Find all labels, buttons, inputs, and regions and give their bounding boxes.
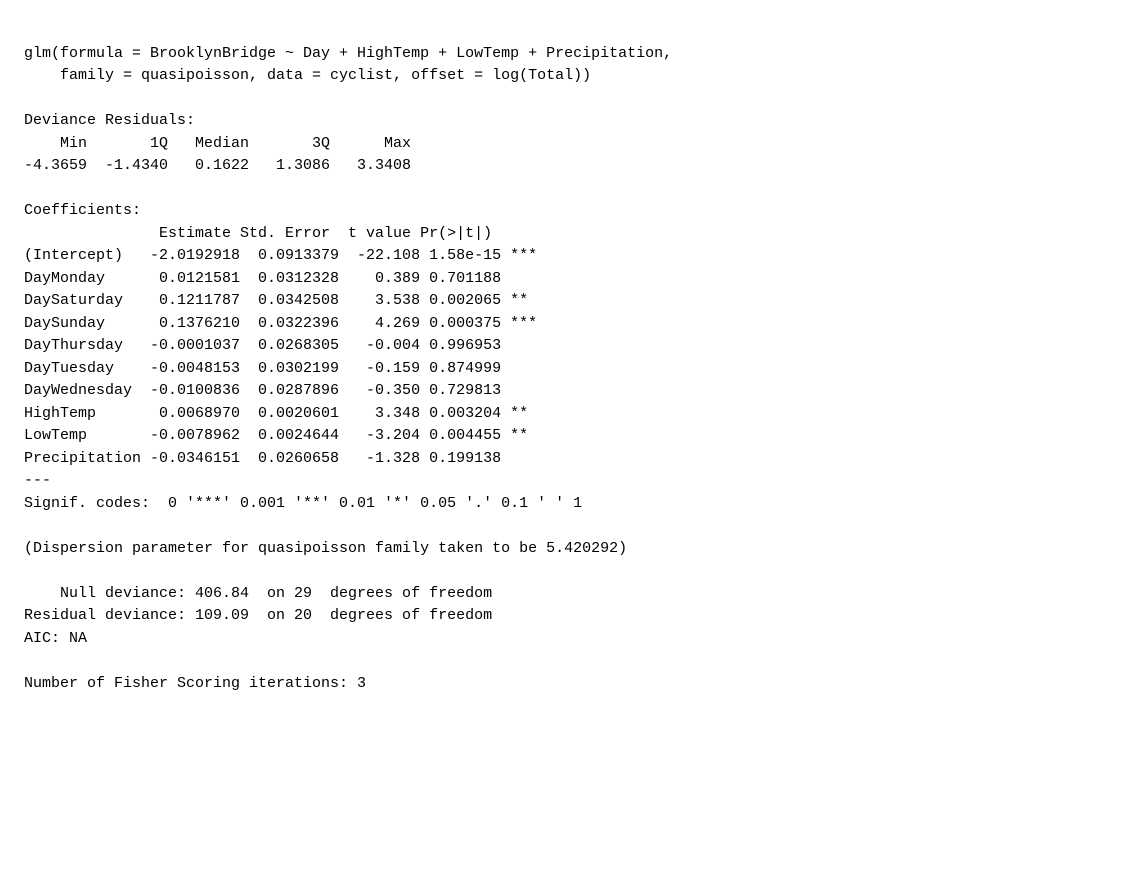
output-line-26: AIC: NA <box>24 628 1111 651</box>
r-output: glm(formula = BrooklynBridge ~ Day + Hig… <box>24 20 1111 695</box>
output-line-22: (Dispersion parameter for quasipoisson f… <box>24 538 1111 561</box>
output-line-17: LowTemp -0.0078962 0.0024644 -3.204 0.00… <box>24 425 1111 448</box>
output-line-28: Number of Fisher Scoring iterations: 3 <box>24 673 1111 696</box>
output-line-6 <box>24 178 1111 201</box>
output-line-16: HighTemp 0.0068970 0.0020601 3.348 0.003… <box>24 403 1111 426</box>
output-line-2 <box>24 88 1111 111</box>
output-line-15: DayWednesday -0.0100836 0.0287896 -0.350… <box>24 380 1111 403</box>
output-line-7: Coefficients: <box>24 200 1111 223</box>
output-line-3: Deviance Residuals: <box>24 110 1111 133</box>
output-line-8: Estimate Std. Error t value Pr(>|t|) <box>24 223 1111 246</box>
output-line-23 <box>24 560 1111 583</box>
output-line-1: family = quasipoisson, data = cyclist, o… <box>24 65 1111 88</box>
output-line-21 <box>24 515 1111 538</box>
output-line-25: Residual deviance: 109.09 on 20 degrees … <box>24 605 1111 628</box>
output-line-18: Precipitation -0.0346151 0.0260658 -1.32… <box>24 448 1111 471</box>
output-line-13: DayThursday -0.0001037 0.0268305 -0.004 … <box>24 335 1111 358</box>
output-line-20: Signif. codes: 0 '***' 0.001 '**' 0.01 '… <box>24 493 1111 516</box>
output-line-10: DayMonday 0.0121581 0.0312328 0.389 0.70… <box>24 268 1111 291</box>
output-line-19: --- <box>24 470 1111 493</box>
output-line-0: glm(formula = BrooklynBridge ~ Day + Hig… <box>24 43 1111 66</box>
output-line-9: (Intercept) -2.0192918 0.0913379 -22.108… <box>24 245 1111 268</box>
output-line-24: Null deviance: 406.84 on 29 degrees of f… <box>24 583 1111 606</box>
output-line-4: Min 1Q Median 3Q Max <box>24 133 1111 156</box>
output-line-27 <box>24 650 1111 673</box>
output-line-11: DaySaturday 0.1211787 0.0342508 3.538 0.… <box>24 290 1111 313</box>
output-line-12: DaySunday 0.1376210 0.0322396 4.269 0.00… <box>24 313 1111 336</box>
output-line-14: DayTuesday -0.0048153 0.0302199 -0.159 0… <box>24 358 1111 381</box>
output-line-5: -4.3659 -1.4340 0.1622 1.3086 3.3408 <box>24 155 1111 178</box>
